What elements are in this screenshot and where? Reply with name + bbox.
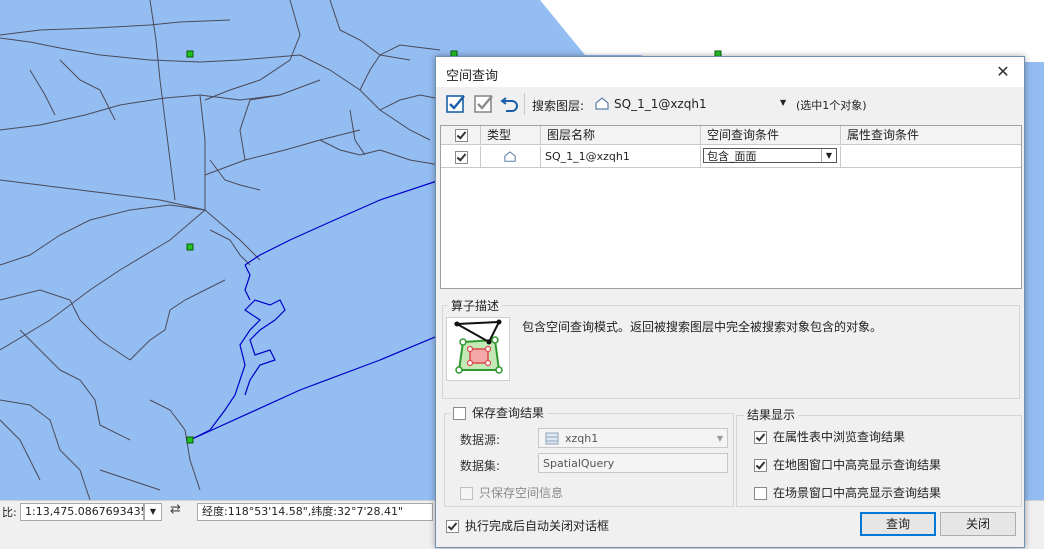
dataset-label: 数据集: (460, 459, 501, 473)
query-button[interactable]: 查询 (860, 512, 936, 536)
undo-icon[interactable] (498, 92, 522, 116)
search-layer-label: 搜索图层: (532, 99, 585, 113)
close-icon[interactable]: ✕ (992, 61, 1014, 83)
display-option-checkbox[interactable] (754, 431, 767, 444)
display-option-checkbox[interactable] (754, 459, 767, 472)
datasource-icon (545, 432, 559, 445)
datasource-label: 数据源: (460, 433, 501, 447)
display-option-label: 在场景窗口中高亮显示查询结果 (773, 486, 942, 500)
contain-diagram-icon (453, 319, 503, 374)
query-layer-table: 类型 图层名称 空间查询条件 属性查询条件 SQ_1_1@xzqh1 包含_面面… (440, 125, 1022, 289)
polygon-layer-icon (504, 151, 516, 162)
save-result-checkbox[interactable] (453, 407, 466, 420)
row-spatial-condition-cell: 包含_面面 ▼ (701, 146, 841, 167)
dataset-input: SpatialQuery (538, 453, 728, 473)
result-display-title: 结果显示 (744, 406, 799, 423)
selection-count: (选中1个对象) (796, 99, 867, 112)
scale-input[interactable]: 1:13,475.0867693435 (20, 503, 144, 521)
header-spatial-condition: 空间查询条件 (701, 126, 841, 144)
display-option-map-highlight[interactable]: 在地图窗口中高亮显示查询结果 (754, 456, 941, 473)
header-attr-condition: 属性查询条件 (847, 128, 920, 142)
chevron-down-icon: ▼ (716, 434, 723, 443)
header-type: 类型 (481, 126, 541, 144)
select-all-icon[interactable] (444, 92, 468, 116)
auto-close-checkbox[interactable] (446, 520, 459, 533)
display-option-label: 在属性表中浏览查询结果 (773, 430, 906, 444)
display-option-attr-table[interactable]: 在属性表中浏览查询结果 (754, 428, 905, 445)
only-spatial-label: 只保存空间信息 (479, 486, 564, 500)
dialog-toolbar: 搜索图层: SQ_1_1@xzqh1 ▼ (选中1个对象) (440, 89, 1020, 121)
save-result-title: 保存查询结果 (472, 406, 545, 420)
dialog-title: 空间查询 (446, 69, 499, 84)
row-type-cell (481, 146, 541, 167)
auto-close-option[interactable]: 执行完成后自动关闭对话框 (446, 517, 609, 534)
coordinate-readout: 经度:118°53'14.58",纬度:32°7'28.41" (197, 503, 433, 521)
row-layer-name: SQ_1_1@xzqh1 (541, 146, 701, 167)
only-spatial-checkbox (460, 487, 473, 500)
save-result-option[interactable]: 保存查询结果 (450, 404, 548, 421)
node-marker (186, 436, 194, 444)
display-option-scene-highlight[interactable]: 在场景窗口中高亮显示查询结果 (754, 484, 941, 501)
datasource-select: xzqh1 ▼ (538, 428, 728, 448)
scale-dropdown-icon[interactable]: ▼ (144, 503, 162, 521)
select-none-icon[interactable] (472, 92, 496, 116)
node-marker (186, 50, 194, 58)
search-layer-select[interactable]: SQ_1_1@xzqh1 ▼ (592, 94, 792, 114)
operator-group-title: 算子描述 (448, 297, 503, 314)
node-marker (186, 243, 194, 251)
display-option-label: 在地图窗口中高亮显示查询结果 (773, 458, 942, 472)
header-layer-name: 图层名称 (541, 126, 701, 144)
toolbar-separator (524, 93, 525, 115)
header-checkbox-cell (441, 126, 481, 144)
dialog-titlebar[interactable]: 空间查询 ✕ (436, 57, 1024, 87)
polygon-layer-icon (595, 97, 609, 110)
table-row[interactable]: SQ_1_1@xzqh1 包含_面面 ▼ (441, 146, 1021, 168)
row-checkbox[interactable] (455, 150, 468, 164)
operator-description: 包含空间查询模式。返回被搜索图层中完全被搜索对象包含的对象。 (522, 320, 883, 334)
spatial-query-dialog: 空间查询 ✕ 搜索图层: SQ_1_1@xzqh1 ▼ (选中1个对象) 类型 … (435, 56, 1025, 548)
search-layer-value: SQ_1_1@xzqh1 (614, 97, 707, 111)
chevron-down-icon[interactable]: ▼ (821, 149, 836, 162)
datasource-value: xzqh1 (565, 432, 599, 445)
header-select-all-checkbox[interactable] (455, 129, 468, 142)
contain-operator-icon (446, 317, 510, 381)
display-option-checkbox[interactable] (754, 487, 767, 500)
swap-icon[interactable]: ⇄ (170, 502, 181, 517)
row-checkbox-cell (441, 146, 481, 167)
spatial-condition-value: 包含_面面 (707, 150, 757, 163)
only-spatial-option: 只保存空间信息 (460, 484, 563, 501)
scale-lead-label: 比: (2, 506, 17, 519)
row-attr-condition[interactable] (841, 146, 1021, 167)
close-button[interactable]: 关闭 (940, 512, 1016, 536)
table-header: 类型 图层名称 空间查询条件 属性查询条件 (441, 126, 1021, 145)
auto-close-label: 执行完成后自动关闭对话框 (465, 519, 610, 533)
spatial-condition-select[interactable]: 包含_面面 ▼ (703, 148, 837, 163)
chevron-down-icon[interactable]: ▼ (780, 98, 786, 107)
